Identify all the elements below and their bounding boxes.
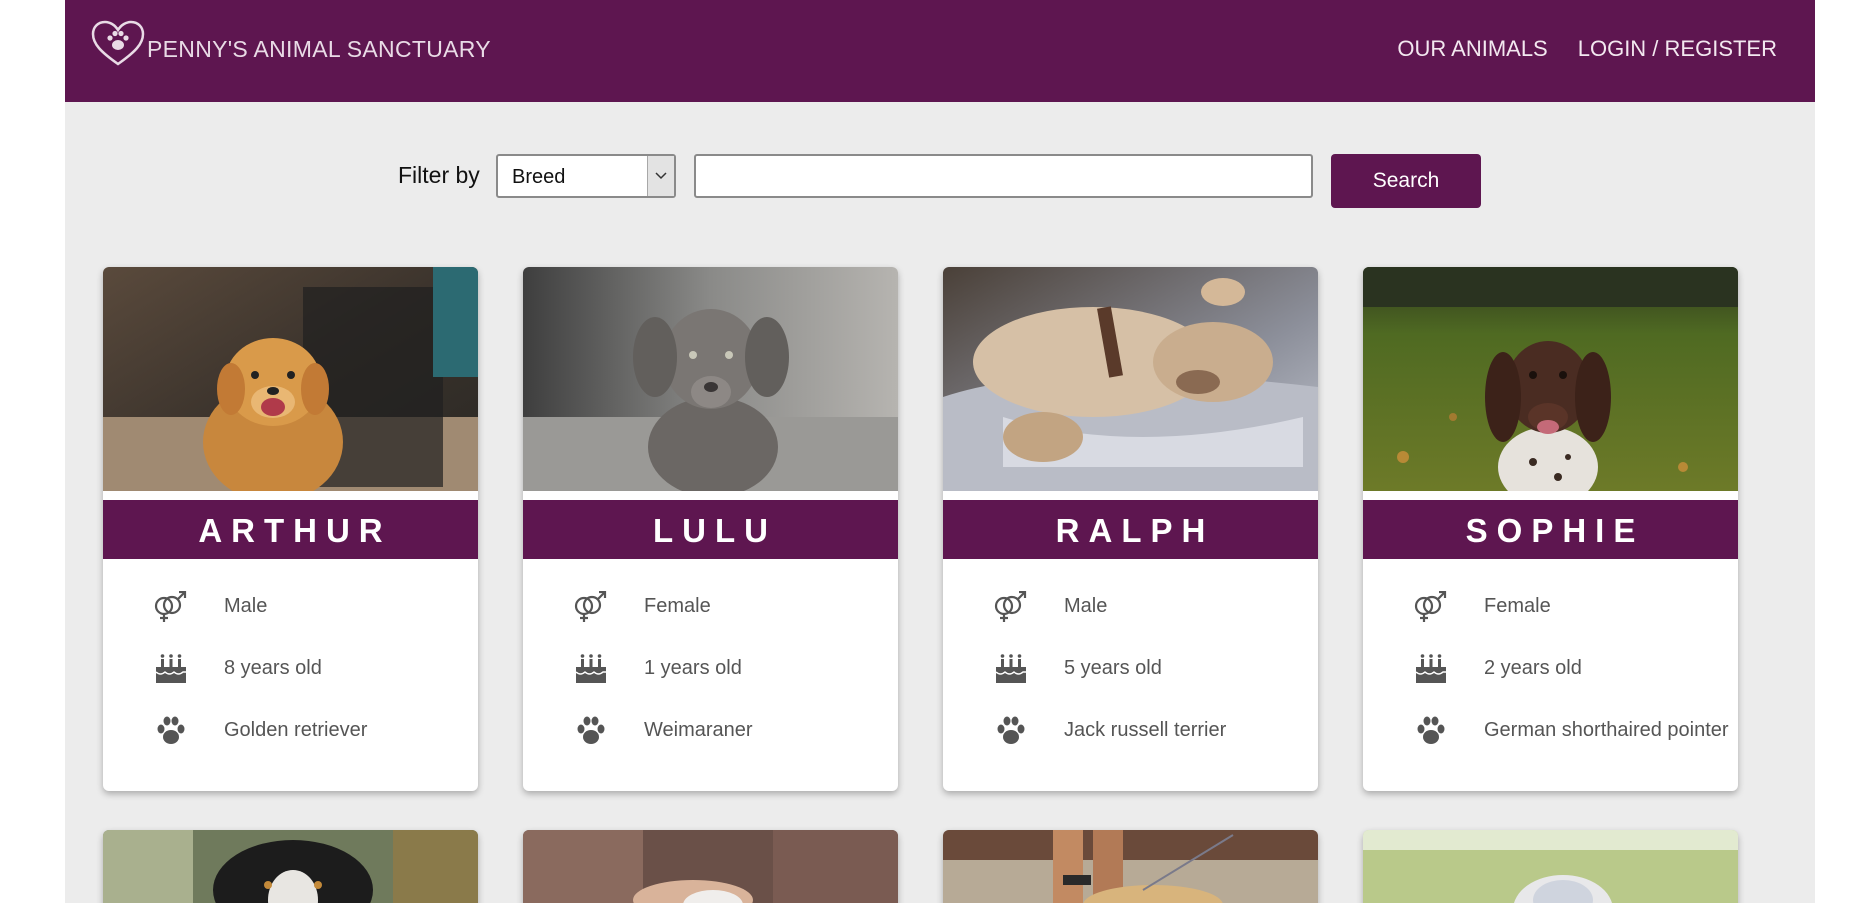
paw-icon [573,715,609,747]
gender-icon [573,591,609,623]
birthday-cake-icon [1413,653,1449,685]
animal-card-partial[interactable] [103,830,478,903]
animal-photo[interactable] [523,830,898,903]
animal-photo[interactable] [943,830,1318,903]
animal-gender: Female [644,595,711,617]
animal-card[interactable]: RALPH Male 5 years old Jack russell terr… [943,267,1318,791]
animal-breed: German shorthaired pointer [1484,719,1729,741]
animal-gender: Female [1484,595,1551,617]
gender-icon [993,591,1029,623]
animal-card[interactable]: LULU Female 1 years old Weimaraner [523,267,898,791]
site-header: PENNY'S ANIMAL SANCTUARY OUR ANIMALS LOG… [65,0,1815,102]
animal-name: RALPH [943,500,1318,559]
breed-row: Golden retriever [103,711,478,751]
birthday-cake-icon [993,653,1029,685]
age-row: 8 years old [103,649,478,689]
animal-breed: Golden retriever [224,719,368,741]
animal-breed: Jack russell terrier [1064,719,1227,741]
animal-card-partial[interactable] [523,830,898,903]
animal-card[interactable]: SOPHIE Female 2 years old German shortha… [1363,267,1738,791]
animal-gender: Male [224,595,268,617]
birthday-cake-icon [573,653,609,685]
heart-paw-icon[interactable] [89,18,147,68]
animal-photo[interactable] [1363,830,1738,903]
animal-photo[interactable] [103,267,478,491]
animal-photo[interactable] [1363,267,1738,491]
gender-row: Male [103,587,478,627]
animal-gender: Male [1064,595,1108,617]
age-row: 1 years old [523,649,898,689]
filter-label: Filter by [398,162,480,188]
filter-select[interactable]: Breed [496,154,676,198]
breed-row: Weimaraner [523,711,898,751]
animal-card-partial[interactable] [943,830,1318,903]
main-nav: OUR ANIMALS LOGIN / REGISTER [1397,36,1777,62]
gender-icon [153,591,189,623]
nav-our-animals[interactable]: OUR ANIMALS [1397,36,1547,62]
breed-row: German shorthaired pointer [1363,711,1738,751]
filter-select-value: Breed [512,166,566,188]
birthday-cake-icon [153,653,189,685]
animal-breed: Weimaraner [644,719,753,741]
animal-card[interactable]: ARTHUR Male 8 years old Golden retriever [103,267,478,791]
paw-icon [153,715,189,747]
paw-icon [993,715,1029,747]
page: PENNY'S ANIMAL SANCTUARY OUR ANIMALS LOG… [65,0,1815,903]
site-title[interactable]: PENNY'S ANIMAL SANCTUARY [147,36,491,63]
animal-age: 8 years old [224,657,322,679]
age-row: 2 years old [1363,649,1738,689]
animal-age: 5 years old [1064,657,1162,679]
animal-name: ARTHUR [103,500,478,559]
age-row: 5 years old [943,649,1318,689]
chevron-down-icon[interactable] [647,156,674,196]
gender-row: Female [523,587,898,627]
gender-row: Male [943,587,1318,627]
nav-login-register[interactable]: LOGIN / REGISTER [1578,36,1777,62]
animal-name: SOPHIE [1363,500,1738,559]
animal-age: 2 years old [1484,657,1582,679]
animal-photo[interactable] [103,830,478,903]
breed-row: Jack russell terrier [943,711,1318,751]
paw-icon [1413,715,1449,747]
search-button[interactable]: Search [1331,154,1481,208]
animal-name: LULU [523,500,898,559]
animal-photo[interactable] [523,267,898,491]
gender-icon [1413,591,1449,623]
animal-card-partial[interactable] [1363,830,1738,903]
gender-row: Female [1363,587,1738,627]
animal-photo[interactable] [943,267,1318,491]
search-input[interactable] [694,154,1313,198]
animal-age: 1 years old [644,657,742,679]
